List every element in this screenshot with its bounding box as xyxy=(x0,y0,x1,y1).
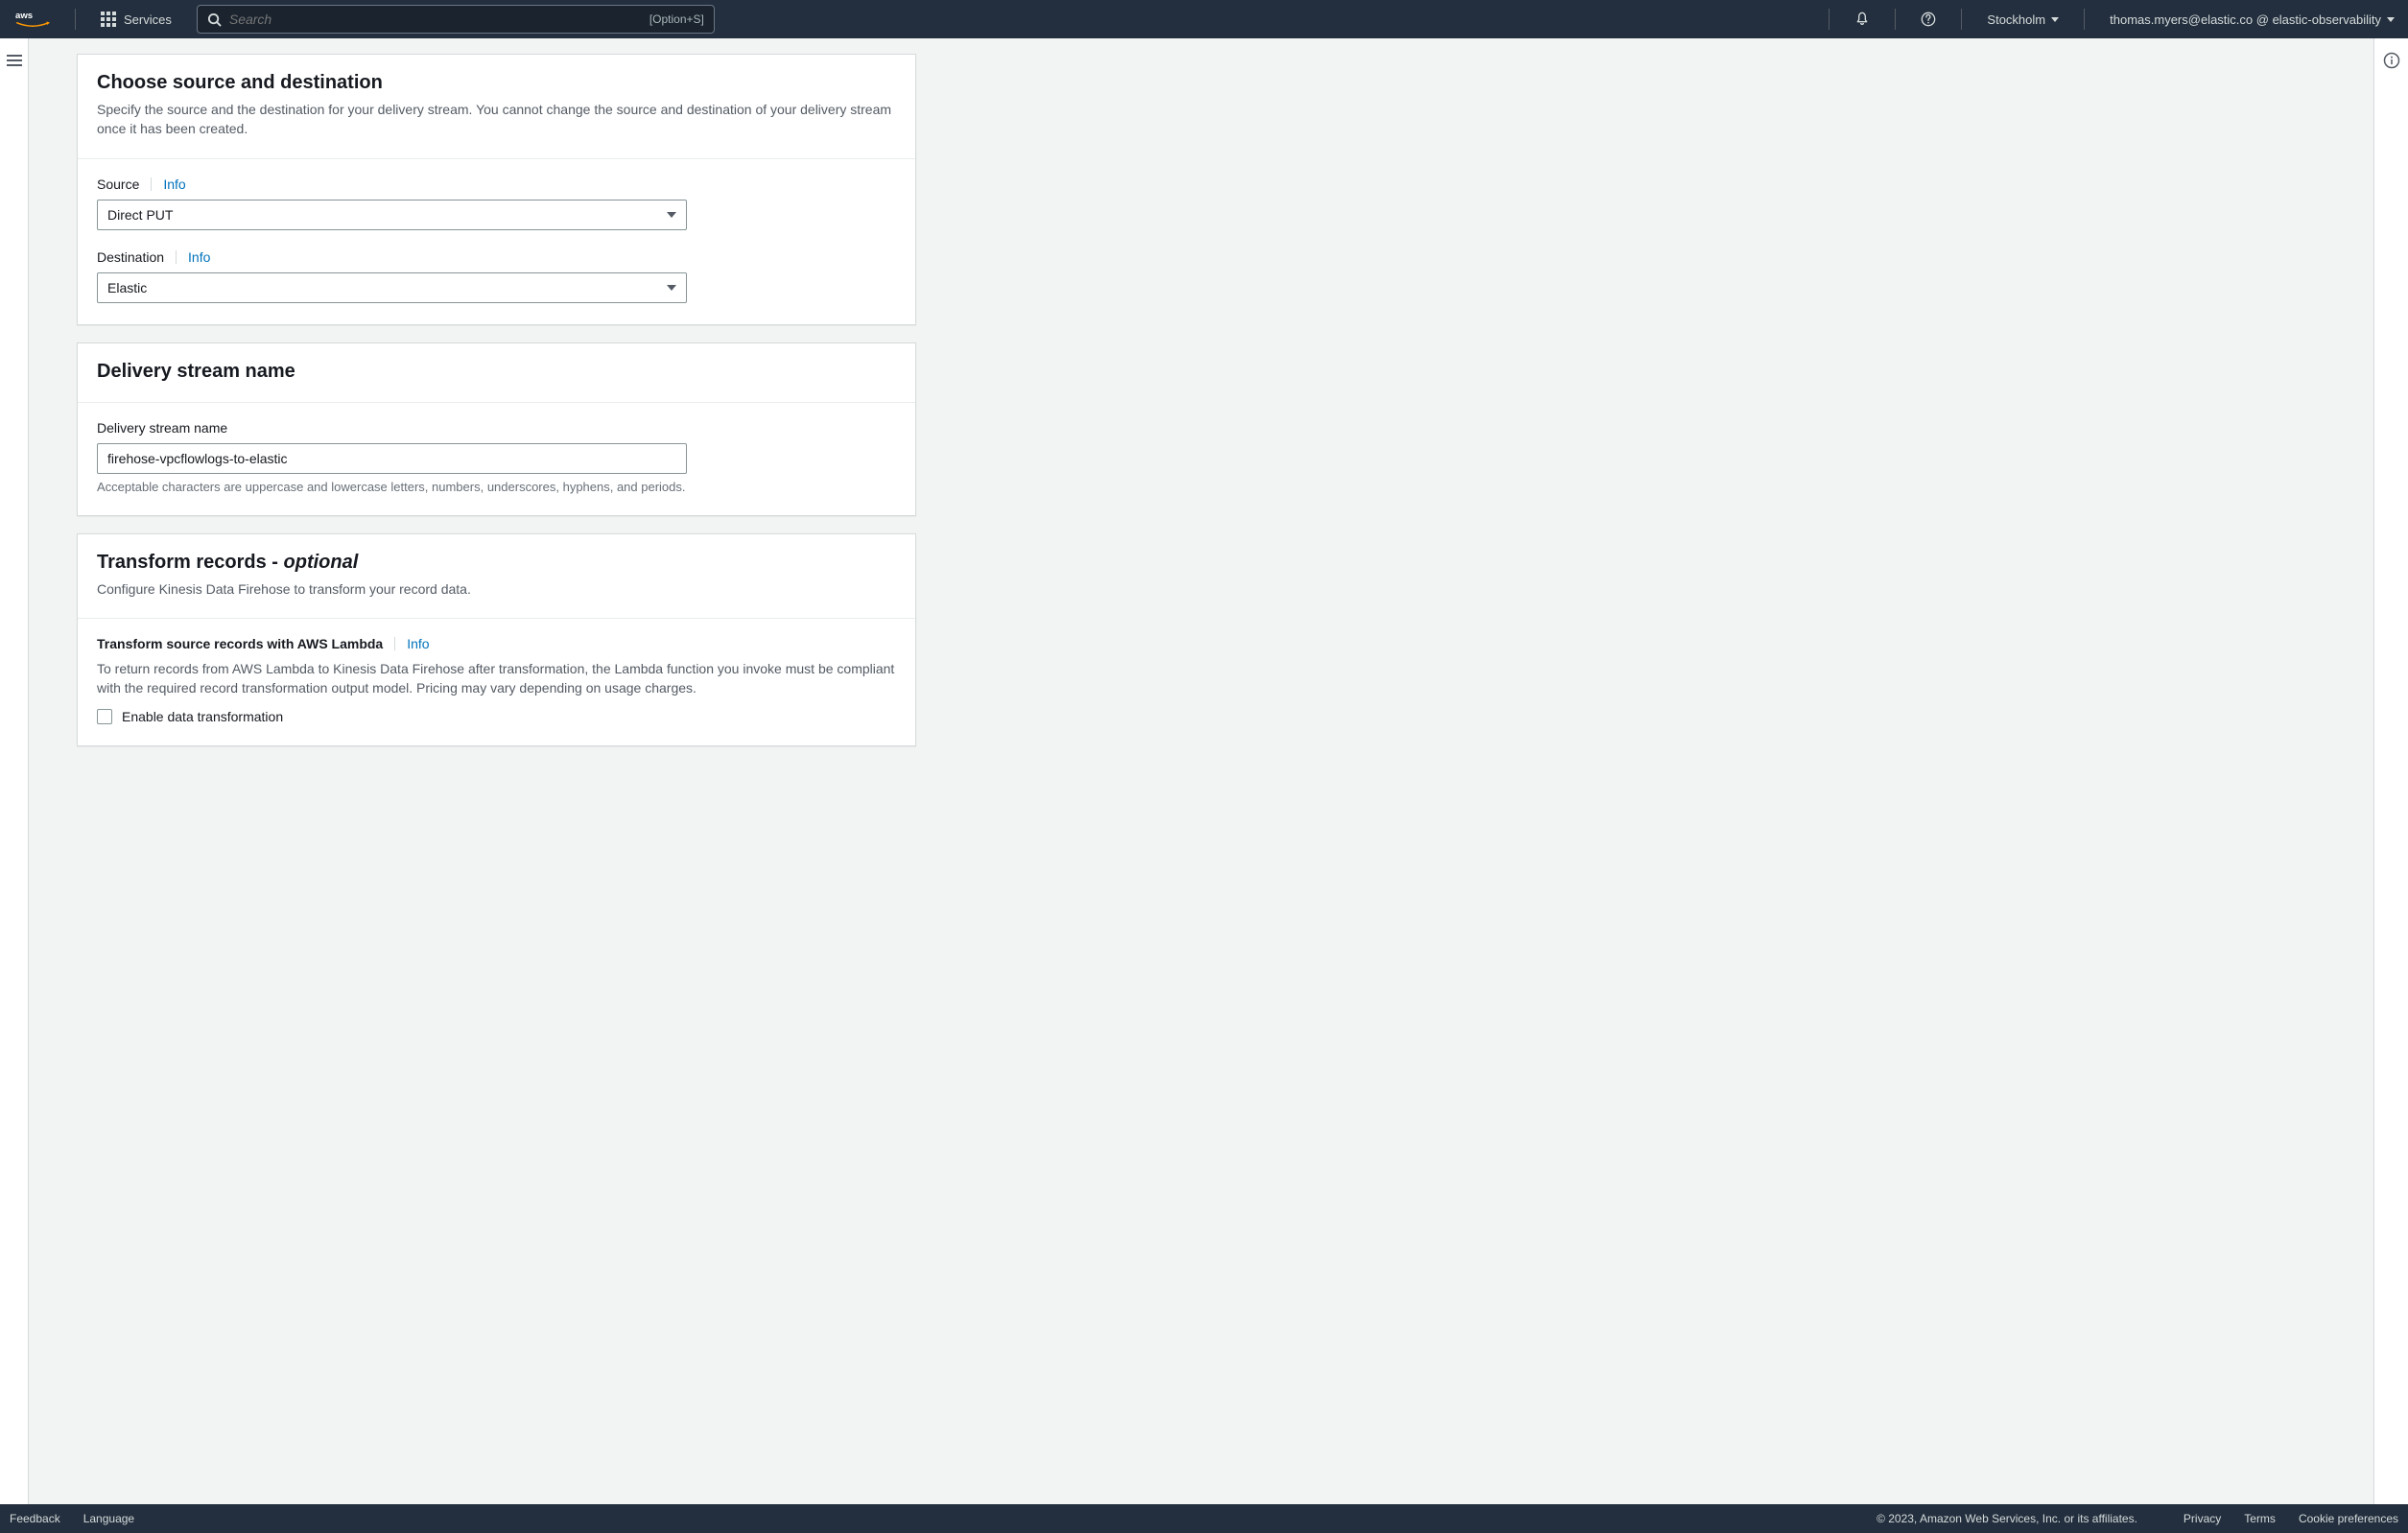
stream-name-input[interactable] xyxy=(97,443,687,474)
footer-copyright: © 2023, Amazon Web Services, Inc. or its… xyxy=(1877,1512,2137,1525)
stream-name-label: Delivery stream name xyxy=(97,420,227,436)
info-panel-toggle[interactable] xyxy=(2383,52,2400,69)
source-info-link[interactable]: Info xyxy=(163,177,185,192)
field-stream-name: Delivery stream name Acceptable characte… xyxy=(97,420,896,494)
search-box[interactable]: [Option+S] xyxy=(197,5,715,34)
footer-terms-link[interactable]: Terms xyxy=(2244,1512,2276,1525)
panel-title: Delivery stream name xyxy=(97,361,896,383)
footer-feedback-link[interactable]: Feedback xyxy=(10,1512,60,1525)
search-icon xyxy=(207,12,222,27)
right-rail xyxy=(2373,38,2408,1504)
lambda-info-link[interactable]: Info xyxy=(407,636,429,651)
nav-divider xyxy=(1829,9,1830,30)
main-content: Choose source and destination Specify th… xyxy=(29,38,2373,1504)
question-circle-icon xyxy=(1921,12,1936,27)
destination-info-link[interactable]: Info xyxy=(188,249,210,265)
footer: Feedback Language © 2023, Amazon Web Ser… xyxy=(0,1504,2408,1533)
field-destination: Destination Info Elastic xyxy=(97,249,896,303)
nav-right: Stockholm thomas.myers@elastic.co @ elas… xyxy=(1817,0,2408,38)
panel-title: Choose source and destination xyxy=(97,72,896,94)
source-select[interactable]: Direct PUT xyxy=(97,200,687,230)
destination-label: Destination xyxy=(97,249,164,265)
region-label: Stockholm xyxy=(1987,12,2045,27)
services-label: Services xyxy=(124,12,172,27)
footer-privacy-link[interactable]: Privacy xyxy=(2184,1512,2221,1525)
info-circle-icon xyxy=(2383,52,2400,69)
nav-divider xyxy=(1895,9,1896,30)
panel-title: Transform records - optional xyxy=(97,552,896,574)
source-label: Source xyxy=(97,177,139,192)
nav-divider xyxy=(1961,9,1962,30)
enable-transform-label: Enable data transformation xyxy=(122,709,283,724)
enable-transform-checkbox[interactable] xyxy=(97,709,112,724)
stream-name-hint: Acceptable characters are uppercase and … xyxy=(97,480,896,494)
label-divider xyxy=(394,637,395,650)
lambda-heading: Transform source records with AWS Lambda xyxy=(97,636,383,651)
nav-divider xyxy=(2084,9,2085,30)
account-selector[interactable]: thomas.myers@elastic.co @ elastic-observ… xyxy=(2096,0,2408,38)
caret-down-icon xyxy=(2051,17,2059,22)
left-rail xyxy=(0,38,29,1504)
field-source: Source Info Direct PUT xyxy=(97,177,896,230)
panel-subtitle: Specify the source and the destination f… xyxy=(97,100,896,139)
source-select-value: Direct PUT xyxy=(107,207,173,223)
footer-cookies-link[interactable]: Cookie preferences xyxy=(2299,1512,2398,1525)
panel-source-destination: Choose source and destination Specify th… xyxy=(77,54,916,325)
lambda-desc: To return records from AWS Lambda to Kin… xyxy=(97,659,896,698)
field-lambda-transform: Transform source records with AWS Lambda… xyxy=(97,636,896,725)
notifications-button[interactable] xyxy=(1841,0,1883,38)
svg-text:aws: aws xyxy=(15,11,33,21)
chevron-down-icon xyxy=(667,285,676,291)
caret-down-icon xyxy=(2387,17,2395,22)
help-button[interactable] xyxy=(1907,0,1949,38)
search-shortcut: [Option+S] xyxy=(649,12,704,26)
label-divider xyxy=(176,250,177,264)
services-button[interactable]: Services xyxy=(87,0,185,38)
panel-stream-name: Delivery stream name Delivery stream nam… xyxy=(77,342,916,516)
panel-subtitle: Configure Kinesis Data Firehose to trans… xyxy=(97,579,896,599)
destination-select-value: Elastic xyxy=(107,280,147,295)
bell-icon xyxy=(1854,12,1870,27)
nav-divider xyxy=(75,9,76,30)
label-divider xyxy=(151,177,152,191)
destination-select[interactable]: Elastic xyxy=(97,272,687,303)
chevron-down-icon xyxy=(667,212,676,218)
nav-toggle[interactable] xyxy=(7,52,22,69)
region-selector[interactable]: Stockholm xyxy=(1973,0,2072,38)
account-label: thomas.myers@elastic.co @ elastic-observ… xyxy=(2110,12,2381,27)
panel-title-optional: optional xyxy=(284,552,359,573)
aws-logo-icon: aws xyxy=(15,9,50,30)
top-nav: aws Services [Option+S] xyxy=(0,0,2408,38)
footer-language-link[interactable]: Language xyxy=(83,1512,134,1525)
panel-title-prefix: Transform records - xyxy=(97,552,284,573)
aws-logo[interactable]: aws xyxy=(0,0,63,38)
search-input[interactable] xyxy=(222,12,649,27)
services-grid-icon xyxy=(101,12,116,27)
panel-transform-records: Transform records - optional Configure K… xyxy=(77,533,916,747)
